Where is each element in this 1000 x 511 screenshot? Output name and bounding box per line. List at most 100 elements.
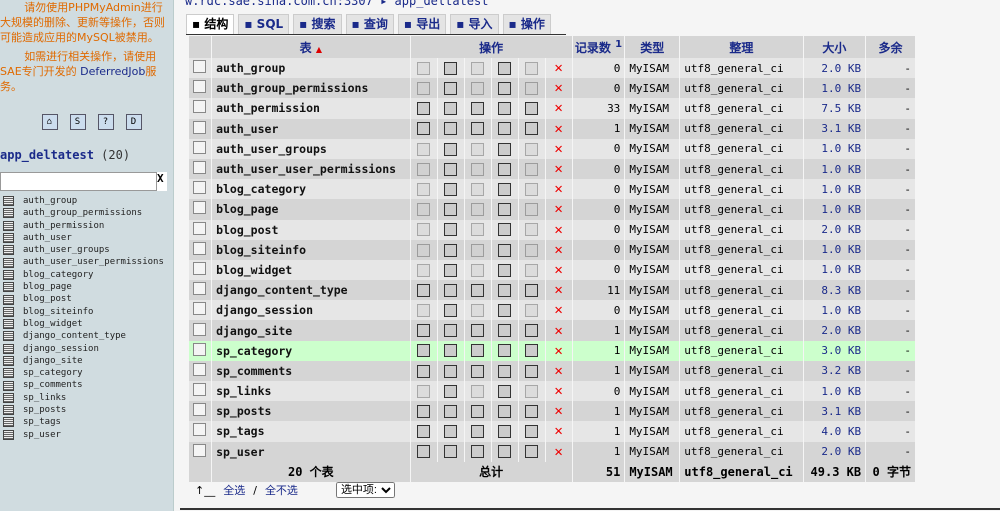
sidebar-table-name[interactable]: auth_group_permissions: [23, 207, 142, 219]
table-row[interactable]: auth_user_groups ✕ 0 MyISAM utf8_general_c…: [189, 138, 915, 159]
table-name-link[interactable]: auth_group_permissions: [212, 78, 410, 99]
tab-2[interactable]: ▪ 搜索: [293, 14, 342, 34]
help-icon[interactable]: ?: [97, 114, 114, 130]
table-icon[interactable]: [3, 269, 14, 280]
sidebar-table-item[interactable]: sp_category: [0, 367, 173, 379]
size-link[interactable]: 3.1 KB: [803, 401, 866, 422]
table-row[interactable]: django_site ✕ 1 MyISAM utf8_general_ci 2.0…: [189, 320, 915, 341]
table-name-link[interactable]: blog_post: [212, 219, 410, 240]
drop-icon[interactable]: ✕: [554, 141, 562, 157]
select-none-link[interactable]: 全不选: [265, 482, 298, 498]
insert-icon[interactable]: [498, 223, 512, 237]
table-row[interactable]: sp_user ✕ 1 MyISAM utf8_general_ci 2.0 KB …: [189, 441, 915, 462]
size-link[interactable]: 3.1 KB: [803, 118, 866, 139]
structure-icon[interactable]: [444, 82, 458, 96]
size-link[interactable]: 1.0 KB: [803, 158, 866, 180]
drop-icon[interactable]: ✕: [554, 100, 562, 116]
sidebar-table-item[interactable]: auth_user: [0, 232, 173, 244]
row-checkbox[interactable]: [193, 383, 206, 397]
sidebar-table-item[interactable]: blog_widget: [0, 318, 173, 330]
sidebar-table-item[interactable]: django_site: [0, 355, 173, 367]
table-row[interactable]: blog_siteinfo ✕ 0 MyISAM utf8_general_ci 1…: [189, 239, 915, 260]
insert-icon[interactable]: [498, 263, 512, 277]
tab-5[interactable]: ▪ 导入: [450, 14, 499, 34]
table-icon[interactable]: [3, 429, 14, 440]
insert-icon[interactable]: [498, 243, 512, 257]
row-checkbox[interactable]: [193, 181, 206, 195]
browse-icon[interactable]: [417, 283, 431, 297]
tab-4[interactable]: ▪ 导出: [397, 14, 447, 34]
size-link[interactable]: 4.0 KB: [803, 421, 866, 442]
structure-icon[interactable]: [444, 405, 458, 419]
drop-icon[interactable]: ✕: [554, 121, 562, 137]
table-icon[interactable]: [3, 380, 14, 391]
structure-icon[interactable]: [444, 102, 458, 116]
row-checkbox[interactable]: [193, 80, 206, 94]
insert-icon[interactable]: [498, 324, 512, 338]
table-name-link[interactable]: sp_category: [212, 340, 410, 361]
insert-icon[interactable]: [498, 425, 512, 439]
sidebar-table-item[interactable]: auth_group_permissions: [0, 207, 173, 219]
row-checkbox[interactable]: [193, 302, 206, 316]
table-icon[interactable]: [3, 208, 14, 219]
row-checkbox[interactable]: [193, 362, 206, 376]
table-name-link[interactable]: sp_tags: [212, 421, 410, 442]
table-icon[interactable]: [3, 282, 14, 293]
table-name-link[interactable]: sp_links: [212, 381, 410, 402]
row-checkbox[interactable]: [193, 201, 206, 215]
drop-icon[interactable]: ✕: [554, 323, 562, 339]
table-row[interactable]: sp_links ✕ 0 MyISAM utf8_general_ci 1.0 KB…: [189, 381, 915, 402]
table-row[interactable]: blog_page ✕ 0 MyISAM utf8_general_ci 1.0 K…: [189, 199, 915, 220]
sidebar-table-item[interactable]: sp_comments: [0, 379, 173, 391]
sidebar-table-name[interactable]: sp_category: [23, 367, 83, 379]
drop-icon[interactable]: ✕: [554, 80, 562, 96]
structure-icon[interactable]: [444, 162, 458, 176]
drop-icon[interactable]: ✕: [554, 181, 562, 197]
table-icon[interactable]: [3, 405, 14, 416]
structure-icon[interactable]: [444, 122, 458, 136]
structure-icon[interactable]: [444, 61, 458, 75]
sidebar-table-name[interactable]: auth_permission: [23, 220, 104, 232]
row-checkbox[interactable]: [193, 342, 206, 356]
size-link[interactable]: 1.0 KB: [803, 199, 866, 220]
table-row[interactable]: sp_comments ✕ 1 MyISAM utf8_general_ci 3.2…: [189, 360, 915, 381]
row-checkbox[interactable]: [193, 261, 206, 275]
sidebar-table-item[interactable]: django_content_type: [0, 330, 173, 342]
empty-icon[interactable]: [525, 324, 539, 338]
table-row[interactable]: blog_category ✕ 0 MyISAM utf8_general_ci 1…: [189, 179, 915, 200]
table-row[interactable]: auth_group_permissions ✕ 0 MyISAM utf8_gen…: [189, 78, 915, 99]
sidebar-table-name[interactable]: django_content_type: [23, 330, 126, 342]
row-checkbox[interactable]: [193, 100, 206, 114]
row-checkbox[interactable]: [193, 161, 206, 175]
table-row[interactable]: auth_user ✕ 1 MyISAM utf8_general_ci 3.1 K…: [189, 118, 915, 139]
size-link[interactable]: 1.0 KB: [803, 179, 866, 200]
insert-icon[interactable]: [498, 122, 512, 136]
browse-icon[interactable]: [417, 122, 431, 136]
table-name-link[interactable]: sp_comments: [212, 360, 410, 381]
search-icon[interactable]: [471, 364, 485, 378]
row-checkbox[interactable]: [193, 423, 206, 437]
sidebar-table-item[interactable]: sp_posts: [0, 404, 173, 416]
sql-icon[interactable]: S: [69, 114, 86, 130]
sidebar-table-name[interactable]: blog_post: [23, 293, 72, 305]
sidebar-table-name[interactable]: auth_user_groups: [23, 244, 110, 256]
structure-icon[interactable]: [444, 263, 458, 277]
insert-icon[interactable]: [498, 344, 512, 358]
insert-icon[interactable]: [498, 142, 512, 156]
browse-icon[interactable]: [417, 425, 431, 439]
empty-icon[interactable]: [525, 405, 539, 419]
header-table[interactable]: 表 ▲: [212, 36, 410, 58]
size-link[interactable]: 2.0 KB: [803, 219, 866, 240]
structure-icon[interactable]: [444, 364, 458, 378]
table-row[interactable]: blog_widget ✕ 0 MyISAM utf8_general_ci 1.0…: [189, 259, 915, 281]
search-icon[interactable]: [471, 344, 485, 358]
table-row[interactable]: sp_posts ✕ 1 MyISAM utf8_general_ci 3.1 KB…: [189, 401, 915, 422]
empty-icon[interactable]: [525, 122, 539, 136]
table-name-link[interactable]: django_content_type: [212, 280, 410, 301]
size-link[interactable]: 2.0 KB: [803, 320, 866, 341]
sidebar-table-item[interactable]: auth_user_user_permissions: [0, 256, 173, 268]
table-icon[interactable]: [3, 196, 14, 207]
size-link[interactable]: 8.3 KB: [803, 280, 866, 301]
insert-icon[interactable]: [498, 61, 512, 75]
table-name-link[interactable]: blog_category: [212, 179, 410, 200]
